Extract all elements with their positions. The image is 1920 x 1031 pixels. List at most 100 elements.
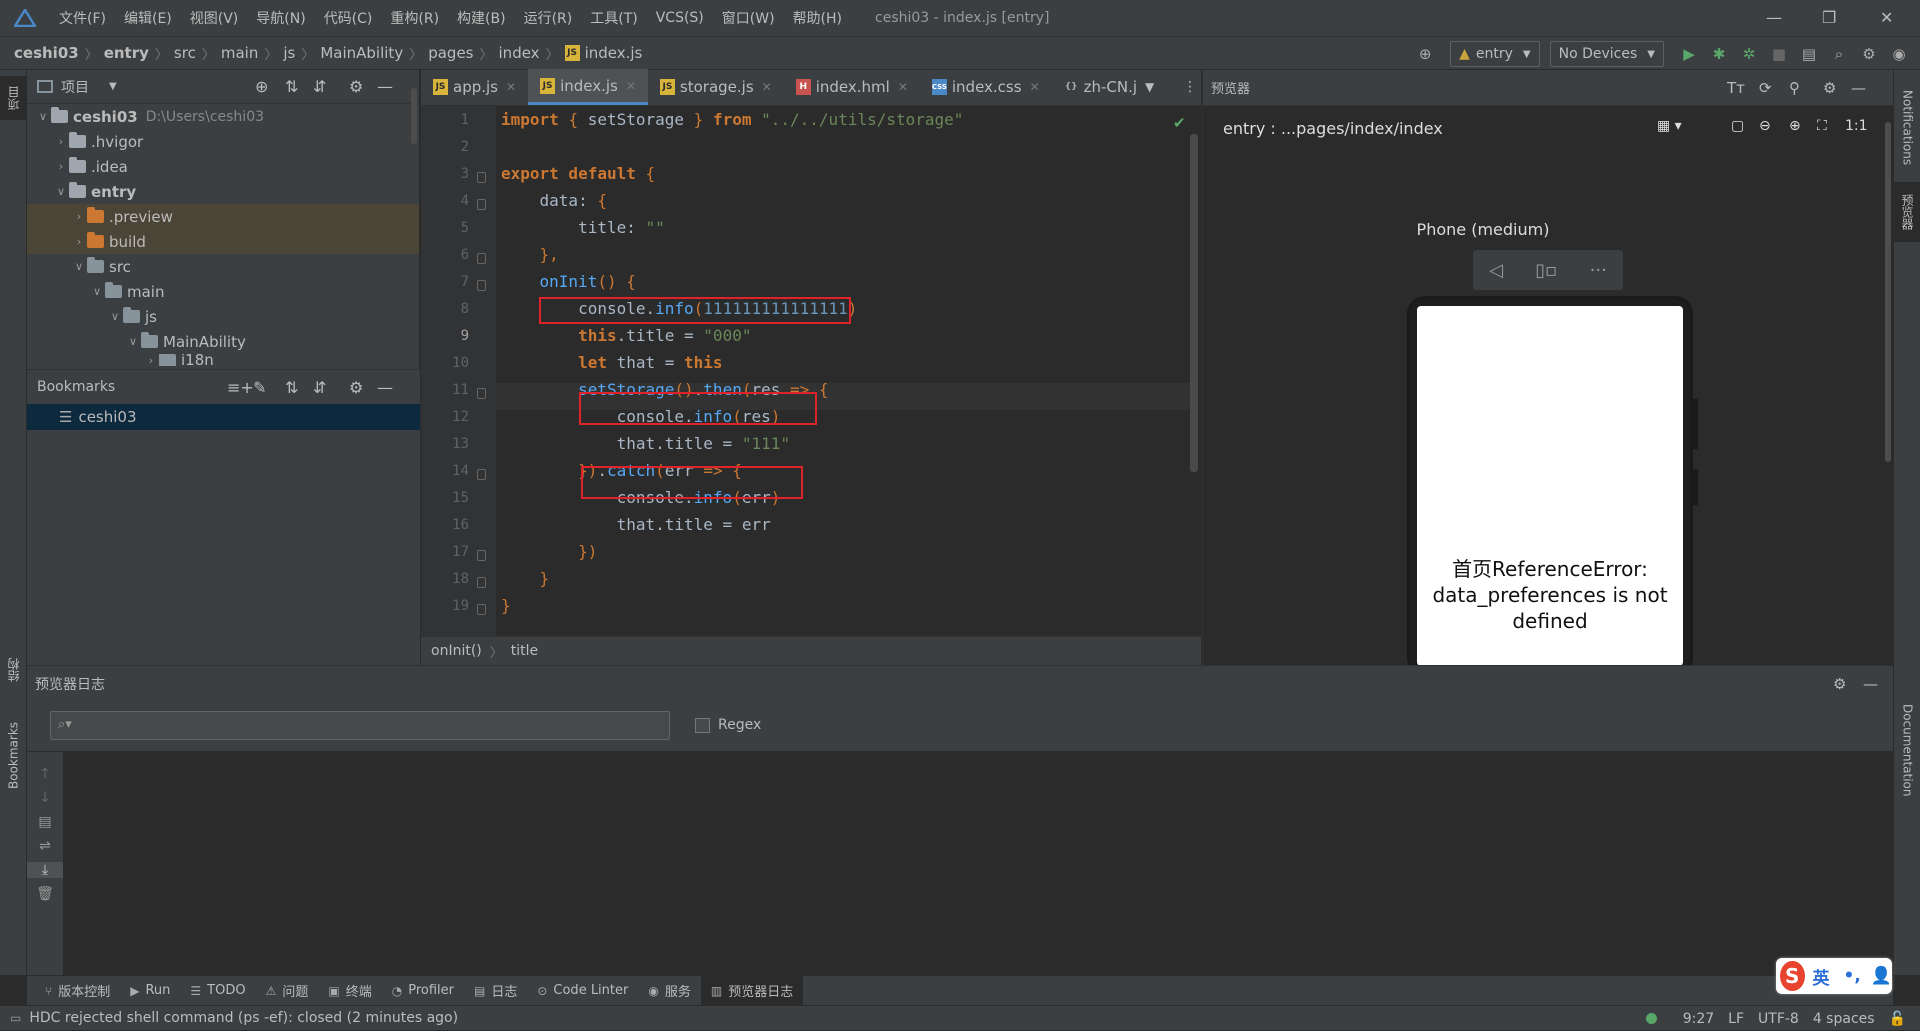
fit-screen-icon[interactable]: ⛶ xyxy=(1817,118,1827,134)
more-icon[interactable]: ··· xyxy=(1590,260,1607,281)
caret-position[interactable]: 9:27 xyxy=(1683,1011,1714,1027)
expand-all-icon[interactable]: ⇅ xyxy=(285,378,298,397)
soft-wrap-icon[interactable]: ⇌ xyxy=(27,838,63,854)
tool-tab[interactable]: ▥ 预览器日志 xyxy=(700,975,804,1006)
tool-tab[interactable]: ☰ TODO xyxy=(180,976,255,1006)
menu-file[interactable]: 文件(F) xyxy=(50,8,115,28)
menu-tools[interactable]: 工具(T) xyxy=(581,8,646,28)
target-icon[interactable]: ⊕ xyxy=(1412,41,1438,67)
filter-icon[interactable]: ⚲ xyxy=(1789,79,1800,97)
breadcrumb-module[interactable]: entry xyxy=(98,44,155,62)
ime-toolbar[interactable]: S 英 •, 👤 xyxy=(1776,958,1892,994)
tree-item[interactable]: ∨ src xyxy=(27,254,419,279)
tree-item[interactable]: › .idea xyxy=(27,154,419,179)
breadcrumb-index[interactable]: index xyxy=(493,44,546,62)
module-select[interactable]: ▲ entry ▼ xyxy=(1450,41,1540,67)
code-area[interactable]: import { setStorage } from "../../utils/… xyxy=(501,106,1191,636)
actual-size-icon[interactable]: 1:1 xyxy=(1845,118,1868,134)
close-tab-icon[interactable]: ✕ xyxy=(1030,80,1040,94)
arrow-down-icon[interactable]: ↓ xyxy=(27,790,63,806)
tab-app-js[interactable]: JS app.js ✕ xyxy=(421,69,528,105)
tool-tab[interactable]: ▤ 日志 xyxy=(464,976,527,1006)
chevron-down-icon[interactable]: ∨ xyxy=(107,310,123,323)
select-area-icon[interactable]: ▢ xyxy=(1731,118,1744,134)
tree-item[interactable]: › i18n xyxy=(27,354,419,366)
tree-item[interactable]: ∨ ceshi03 D:\Users\ceshi03 xyxy=(27,104,419,129)
tool-tab[interactable]: ⊙ Code Linter xyxy=(527,976,638,1006)
tool-tab[interactable]: ◔ Profiler xyxy=(382,976,464,1006)
close-window-icon[interactable]: ✕ xyxy=(1880,8,1893,27)
stop-icon[interactable]: ■ xyxy=(1766,41,1792,67)
tool-tab[interactable]: ⑂ 版本控制 xyxy=(35,976,120,1006)
editor-scrollbar[interactable] xyxy=(1190,134,1198,472)
gear-icon[interactable]: ⚙ xyxy=(1823,79,1836,97)
close-tab-icon[interactable]: ✕ xyxy=(762,80,772,94)
tool-tab[interactable]: ◉ 服务 xyxy=(638,976,701,1006)
tab-index-js[interactable]: JS index.js ✕ xyxy=(528,69,648,105)
lock-icon[interactable]: 🔓 xyxy=(1889,1011,1906,1027)
tree-item[interactable]: ∨ js xyxy=(27,304,419,329)
hide-panel-icon[interactable]: — xyxy=(377,378,393,397)
chevron-right-icon[interactable]: › xyxy=(53,135,69,148)
project-tool-tab[interactable]: 项目 xyxy=(0,76,27,120)
fold-marker-icon[interactable] xyxy=(477,469,486,480)
debug-icon[interactable]: ✱ xyxy=(1706,41,1732,67)
status-message[interactable]: HDC rejected shell command (ps -ef): clo… xyxy=(29,1010,458,1026)
chevron-down-icon[interactable]: ∨ xyxy=(35,110,51,123)
chevron-down-icon[interactable]: ▼ xyxy=(109,81,117,92)
ime-mode[interactable]: 英 xyxy=(1813,964,1830,989)
chevron-right-icon[interactable]: › xyxy=(53,160,69,173)
refresh-icon[interactable]: ⟳ xyxy=(1759,79,1772,97)
fold-marker-icon[interactable] xyxy=(477,604,486,615)
code-breadcrumb-function[interactable]: onInit() xyxy=(431,643,482,659)
chevron-down-icon[interactable]: ▼ xyxy=(1145,80,1154,94)
log-search-input[interactable] xyxy=(50,711,670,740)
menu-help[interactable]: 帮助(H) xyxy=(784,8,851,28)
code-breadcrumb-property[interactable]: title xyxy=(511,643,538,659)
settings-icon[interactable]: ⚙ xyxy=(1856,41,1882,67)
chevron-down-icon[interactable]: ∨ xyxy=(71,260,87,273)
close-tab-icon[interactable]: ✕ xyxy=(626,79,636,93)
arrow-up-icon[interactable]: ↑ xyxy=(27,766,63,782)
fold-marker-icon[interactable] xyxy=(477,550,486,561)
fold-marker-icon[interactable] xyxy=(477,388,486,399)
restore-icon[interactable]: ❐ xyxy=(1822,8,1836,27)
menu-code[interactable]: 代码(C) xyxy=(315,8,382,28)
bookmarks-tool-tab[interactable]: Bookmarks xyxy=(0,710,27,800)
bookmark-item[interactable]: ☰ ceshi03 xyxy=(27,404,420,430)
file-encoding[interactable]: UTF-8 xyxy=(1758,1011,1799,1027)
breadcrumb-mainability[interactable]: MainAbility xyxy=(314,44,409,62)
fold-marker-icon[interactable] xyxy=(477,199,486,210)
tab-index-hml[interactable]: Hindex.hml ✕ xyxy=(784,69,920,105)
breadcrumb-pages[interactable]: pages xyxy=(422,44,479,62)
fold-marker-icon[interactable] xyxy=(477,253,486,264)
trash-icon[interactable]: 🗑 xyxy=(27,886,63,902)
font-size-icon[interactable]: Tт xyxy=(1727,79,1745,97)
menu-run[interactable]: 运行(R) xyxy=(515,8,582,28)
preview-scrollbar[interactable] xyxy=(1885,122,1891,462)
punctuation-icon[interactable]: •, xyxy=(1844,966,1861,986)
chevron-down-icon[interactable]: ∨ xyxy=(53,185,69,198)
collapse-all-icon[interactable]: ⇵ xyxy=(313,77,326,96)
run-icon[interactable]: ▶ xyxy=(1676,41,1702,67)
phone-screen[interactable]: 首页ReferenceError: data_preferences is no… xyxy=(1417,306,1683,666)
menu-vcs[interactable]: VCS(S) xyxy=(647,10,713,26)
menu-build[interactable]: 构建(B) xyxy=(448,8,515,28)
zoom-in-icon[interactable]: ⊕ xyxy=(1789,118,1801,134)
menu-navigate[interactable]: 导航(N) xyxy=(247,8,314,28)
structure-tool-tab[interactable]: 结构 xyxy=(0,645,27,695)
collapse-all-icon[interactable]: ⇵ xyxy=(313,378,326,397)
gear-icon[interactable]: ⚙ xyxy=(349,77,363,96)
edit-icon[interactable]: ✎ xyxy=(253,378,266,397)
status-indicator-icon[interactable] xyxy=(1645,1013,1657,1024)
close-tab-icon[interactable]: ✕ xyxy=(898,80,908,94)
grid-icon[interactable]: ▦ ▾ xyxy=(1657,118,1682,134)
hide-panel-icon[interactable]: — xyxy=(1851,79,1866,97)
zoom-out-icon[interactable]: ⊖ xyxy=(1759,118,1771,134)
rotate-icon[interactable]: ▯▫ xyxy=(1535,260,1557,281)
fold-marker-icon[interactable] xyxy=(477,577,486,588)
gear-icon[interactable]: ⚙ xyxy=(349,378,363,397)
chevron-right-icon[interactable]: › xyxy=(71,235,87,248)
breadcrumb-js[interactable]: js xyxy=(277,44,301,62)
tree-item[interactable]: ∨ entry xyxy=(27,179,419,204)
